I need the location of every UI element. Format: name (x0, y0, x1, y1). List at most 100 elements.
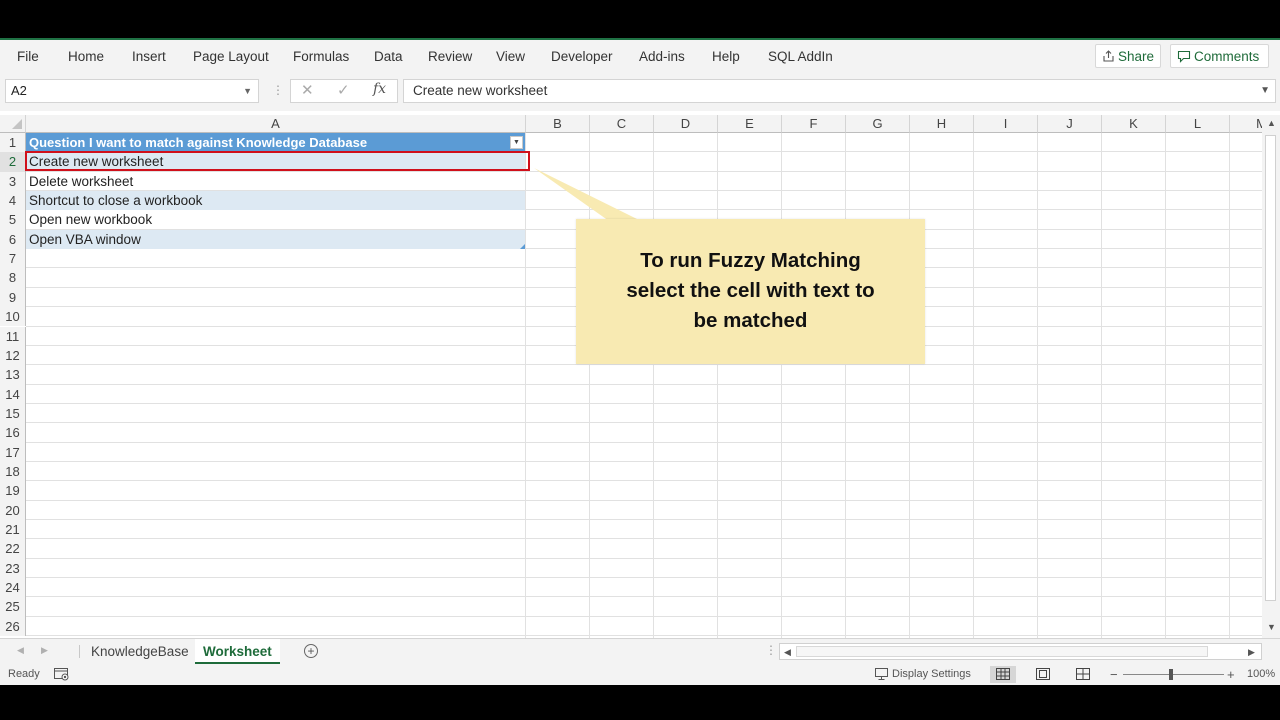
column-header-a[interactable]: A (26, 115, 526, 133)
scroll-up-icon[interactable]: ▲ (1267, 118, 1276, 128)
tab-data[interactable]: Data (374, 40, 403, 73)
row-header[interactable]: 3 (0, 171, 26, 192)
tab-formulas[interactable]: Formulas (293, 40, 349, 73)
row-gridline (26, 422, 1262, 424)
row-header[interactable]: 20 (0, 500, 26, 520)
row-header[interactable]: 25 (0, 597, 26, 617)
page-layout-view-button[interactable] (1030, 666, 1056, 683)
row-header[interactable]: 15 (0, 403, 26, 424)
row-header[interactable]: 13 (0, 365, 26, 385)
cancel-icon[interactable]: ✕ (301, 81, 314, 99)
vertical-scroll-thumb[interactable] (1265, 135, 1276, 601)
table-resize-handle[interactable] (520, 244, 525, 249)
table-header-text: Question I want to match against Knowled… (29, 135, 368, 150)
zoom-level[interactable]: 100% (1247, 664, 1275, 685)
zoom-slider-track[interactable] (1123, 674, 1224, 675)
row-header[interactable]: 21 (0, 520, 26, 540)
row-header[interactable]: 11 (0, 326, 26, 346)
next-sheet-icon[interactable]: ▶ (41, 645, 48, 656)
sheet-tab-knowledgebase[interactable]: KnowledgeBase (91, 639, 189, 664)
row-header[interactable]: 8 (0, 268, 26, 288)
tab-split-grip-icon[interactable]: ⋮ (765, 643, 777, 657)
page-break-view-button[interactable] (1070, 666, 1096, 683)
row-header[interactable]: 4 (0, 191, 26, 211)
macro-recording-icon[interactable] (54, 668, 70, 681)
row-header[interactable]: 9 (0, 287, 26, 308)
zoom-in-button[interactable]: + (1227, 664, 1235, 685)
column-header-m[interactable]: M (1230, 115, 1262, 133)
zoom-slider-thumb[interactable] (1169, 669, 1173, 680)
table-row[interactable]: Open new workbook (26, 210, 525, 229)
select-all-button[interactable] (0, 115, 26, 133)
scroll-left-icon[interactable]: ◀ (784, 647, 791, 658)
column-header-j[interactable]: J (1038, 115, 1102, 133)
name-box[interactable]: A2 ▼ (5, 79, 259, 103)
column-header-i[interactable]: I (974, 115, 1038, 133)
scroll-right-icon[interactable]: ▶ (1248, 647, 1255, 658)
tab-help[interactable]: Help (712, 40, 740, 73)
column-gridline (845, 133, 846, 638)
row-gridline (26, 499, 1262, 501)
column-header-g[interactable]: G (846, 115, 910, 133)
row-header[interactable]: 5 (0, 210, 26, 230)
column-header-l[interactable]: L (1166, 115, 1230, 133)
filter-dropdown-icon[interactable]: ▼ (510, 136, 523, 149)
share-button[interactable]: Share (1095, 44, 1161, 68)
scroll-down-icon[interactable]: ▼ (1267, 622, 1276, 632)
zoom-out-button[interactable]: − (1110, 664, 1118, 685)
sheet-tab-worksheet[interactable]: Worksheet (195, 639, 280, 664)
row-header[interactable]: 22 (0, 539, 26, 559)
tab-review[interactable]: Review (428, 40, 472, 73)
formula-value: Create new worksheet (413, 83, 548, 98)
row-header[interactable]: 24 (0, 578, 26, 598)
table-row[interactable]: Open VBA window (26, 229, 525, 249)
row-header[interactable]: 16 (0, 423, 26, 443)
column-header-e[interactable]: E (718, 115, 782, 133)
row-header[interactable]: 7 (0, 249, 26, 269)
row-header[interactable]: 2 (0, 152, 26, 172)
worksheet-grid[interactable]: ABCDEFGHIJKLM 1 2 3 4 5 6 7 8 9 10 11 12 13 14 15 16 17 1… (0, 115, 1262, 638)
row-header[interactable]: 17 (0, 442, 26, 462)
display-settings-button[interactable]: Display Settings (892, 664, 971, 685)
row-header[interactable]: 26 (0, 616, 26, 637)
horizontal-scroll-thumb[interactable] (796, 646, 1208, 657)
tab-add-ins[interactable]: Add-ins (639, 40, 685, 73)
row-header[interactable]: 19 (0, 481, 26, 501)
horizontal-scrollbar[interactable]: ◀ ▶ (779, 643, 1262, 660)
row-header[interactable]: 6 (0, 229, 26, 250)
row-header[interactable]: 1 (0, 133, 26, 153)
enter-check-icon[interactable]: ✓ (337, 81, 350, 99)
tab-home[interactable]: Home (68, 40, 104, 73)
table-row[interactable]: Shortcut to close a workbook (26, 191, 525, 211)
tab-insert[interactable]: Insert (132, 40, 166, 73)
tab-page-layout[interactable]: Page Layout (193, 40, 269, 73)
row-header[interactable]: 14 (0, 384, 26, 404)
expand-formula-bar-icon[interactable]: ▼ (1260, 80, 1270, 102)
row-header[interactable]: 18 (0, 461, 26, 482)
column-header-h[interactable]: H (910, 115, 974, 133)
insert-function-icon[interactable]: fx (373, 81, 386, 97)
tab-view[interactable]: View (496, 40, 525, 73)
column-header-k[interactable]: K (1102, 115, 1166, 133)
tab-sql-addin[interactable]: SQL AddIn (768, 40, 833, 73)
formula-input[interactable]: Create new worksheet ▼ (403, 79, 1276, 103)
tab-developer[interactable]: Developer (551, 40, 613, 73)
table-header-cell[interactable]: Question I want to match against Knowled… (26, 133, 525, 152)
chevron-down-icon[interactable]: ▼ (243, 80, 252, 102)
normal-view-button[interactable] (990, 666, 1016, 683)
add-sheet-icon[interactable]: + (304, 644, 318, 658)
column-header-b[interactable]: B (526, 115, 590, 133)
column-header-f[interactable]: F (782, 115, 846, 133)
row-header[interactable]: 12 (0, 345, 26, 366)
column-gridline (589, 133, 590, 638)
table-row[interactable]: Delete worksheet (26, 172, 525, 191)
vertical-scrollbar[interactable]: ▲ ▼ (1262, 115, 1280, 638)
row-header[interactable]: 10 (0, 307, 26, 327)
column-header-c[interactable]: C (590, 115, 654, 133)
column-header-d[interactable]: D (654, 115, 718, 133)
prev-sheet-icon[interactable]: ◀ (17, 645, 24, 656)
row-header[interactable]: 23 (0, 558, 26, 579)
comments-button[interactable]: Comments (1170, 44, 1269, 68)
tab-file[interactable]: File (17, 40, 39, 73)
row-gridline (26, 402, 1262, 404)
